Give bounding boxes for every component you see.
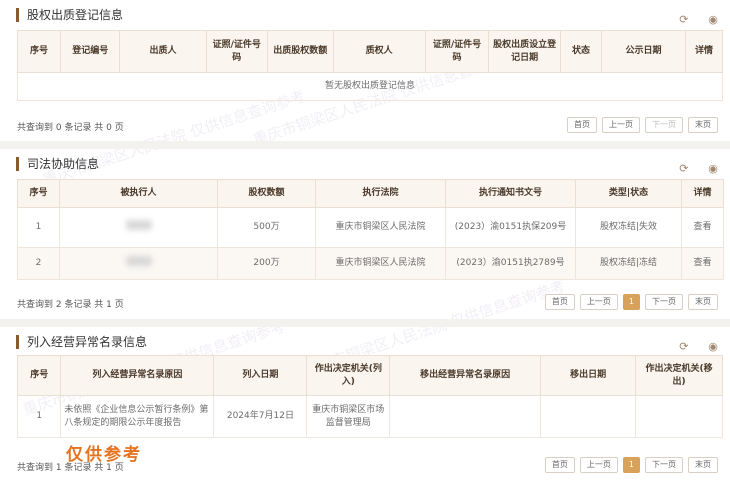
- abnormal-table: 序号 列入经营异常名录原因 列入日期 作出决定机关(列入) 移出经营异常名录原因…: [16, 355, 723, 438]
- executed-party: [59, 247, 218, 280]
- judicial-pager: 首页 上一页 1 下一页 末页: [544, 294, 718, 310]
- abnormal-title: 列入经营异常名录信息: [16, 335, 147, 349]
- refresh-icon[interactable]: ⟳: [677, 162, 691, 176]
- col-header: 被执行人: [59, 179, 218, 208]
- prev-page-button[interactable]: 上一页: [579, 457, 618, 473]
- col-header: 执行法院: [315, 179, 446, 208]
- eye-icon[interactable]: ◉: [706, 162, 720, 176]
- col-header: 质权人: [332, 30, 426, 73]
- col-header: 移出经营异常名录原因: [389, 355, 542, 396]
- view-detail-link[interactable]: 查看: [681, 207, 724, 248]
- prev-page-button[interactable]: 上一页: [579, 294, 618, 310]
- next-page-button[interactable]: 下一页: [645, 457, 683, 473]
- redacted-name: [125, 220, 152, 230]
- judicial-summary: 共查询到 2 条记录 共 1 页: [17, 300, 124, 310]
- equity-amount: 200万: [217, 247, 316, 280]
- last-page-button[interactable]: 末页: [688, 457, 718, 473]
- court: 重庆市铜梁区人民法院: [315, 247, 446, 280]
- type-status: 股权冻结|失效: [575, 207, 682, 248]
- col-header: 出质股权数额: [266, 30, 334, 73]
- abnormal-pager: 首页 上一页 1 下一页 末页: [544, 457, 718, 473]
- eye-icon[interactable]: ◉: [706, 340, 720, 354]
- refresh-icon[interactable]: ⟳: [677, 13, 691, 27]
- page-number-button[interactable]: 1: [622, 294, 640, 310]
- type-status: 股权冻结|冻结: [575, 247, 682, 280]
- inclusion-reason: 未依照《企业信息公示暂行条例》第八条规定的期限公示年度报告: [60, 395, 215, 438]
- section-divider: [0, 141, 730, 149]
- court: 重庆市铜梁区人民法院: [315, 207, 446, 248]
- pledge-summary: 共查询到 0 条记录 共 0 页: [17, 123, 124, 133]
- col-header: 详情: [685, 30, 723, 73]
- col-header: 序号: [16, 30, 62, 73]
- col-header: 作出决定机关(移出): [635, 355, 723, 396]
- first-page-button[interactable]: 首页: [567, 117, 597, 133]
- col-header: 股权出质设立登记日期: [488, 30, 562, 73]
- col-header: 序号: [16, 355, 62, 396]
- pledge-header: 股权出质登记信息 ⟳ ◉: [0, 0, 730, 30]
- inclusion-date: 2024年7月12日: [213, 395, 308, 438]
- col-header: 详情: [681, 179, 724, 208]
- row-no: 1: [17, 207, 60, 248]
- pledge-section: 股权出质登记信息 ⟳ ◉ 序号 登记编号 出质人 证照/证件号码 出质股权数额 …: [0, 0, 730, 140]
- page-number-button[interactable]: 1: [622, 457, 640, 473]
- table-row: 1 500万 重庆市铜梁区人民法院 (2023）渝0151执保209号 股权冻结…: [17, 207, 724, 248]
- row-no: 2: [17, 247, 60, 280]
- col-header: 证照/证件号码: [424, 30, 490, 73]
- notice-doc-no: (2023）渝0151执保209号: [445, 207, 576, 248]
- judicial-title: 司法协助信息: [16, 157, 99, 171]
- col-header: 执行通知书文号: [445, 179, 576, 208]
- row-no: 1: [16, 395, 62, 438]
- col-header: 状态: [560, 30, 603, 73]
- pledge-title: 股权出质登记信息: [16, 8, 123, 22]
- abnormal-header: 列入经营异常名录信息 ⟳ ◉: [0, 327, 730, 357]
- col-header: 作出决定机关(列入): [306, 355, 391, 396]
- col-header: 移出日期: [540, 355, 637, 396]
- col-header: 出质人: [119, 30, 207, 73]
- executed-party: [59, 207, 218, 248]
- pledge-table: 序号 登记编号 出质人 证照/证件号码 出质股权数额 质权人 证照/证件号码 股…: [16, 30, 723, 101]
- removal-reason: [389, 395, 542, 438]
- pledge-pager: 首页 上一页 下一页 末页: [567, 117, 718, 133]
- col-header: 股权数额: [217, 179, 316, 208]
- last-page-button[interactable]: 末页: [688, 294, 718, 310]
- eye-icon[interactable]: ◉: [706, 13, 720, 27]
- col-header: 公示日期: [601, 30, 687, 73]
- col-header: 类型|状态: [575, 179, 682, 208]
- reference-only-stamp: 仅供参考: [66, 445, 142, 465]
- view-detail-link[interactable]: 查看: [681, 247, 724, 280]
- col-header: 登记编号: [60, 30, 121, 73]
- empty-message: 暂无股权出质登记信息: [17, 72, 723, 101]
- col-header: 证照/证件号码: [205, 30, 268, 73]
- judicial-section: 司法协助信息 ⟳ ◉ 序号 被执行人 股权数额 执行法院 执行通知书文号 类型|…: [0, 149, 730, 319]
- table-row: 2 200万 重庆市铜梁区人民法院 (2023）渝0151执2789号 股权冻结…: [17, 247, 724, 280]
- col-header: 列入日期: [213, 355, 308, 396]
- equity-amount: 500万: [217, 207, 316, 248]
- removal-authority: [635, 395, 723, 438]
- notice-doc-no: (2023）渝0151执2789号: [445, 247, 576, 280]
- judicial-header: 司法协助信息 ⟳ ◉: [0, 149, 730, 179]
- next-page-button[interactable]: 下一页: [645, 294, 683, 310]
- col-header: 列入经营异常名录原因: [60, 355, 215, 396]
- next-page-button[interactable]: 下一页: [645, 117, 683, 133]
- judicial-table: 序号 被执行人 股权数额 执行法院 执行通知书文号 类型|状态 详情 1 500…: [17, 179, 724, 280]
- inclusion-authority: 重庆市铜梁区市场监督管理局: [306, 395, 391, 438]
- refresh-icon[interactable]: ⟳: [677, 340, 691, 354]
- prev-page-button[interactable]: 上一页: [602, 117, 640, 133]
- first-page-button[interactable]: 首页: [544, 294, 575, 310]
- section-divider: [0, 319, 730, 327]
- last-page-button[interactable]: 末页: [688, 117, 718, 133]
- redacted-name: [125, 256, 152, 266]
- table-row: 1 未依照《企业信息公示暂行条例》第八条规定的期限公示年度报告 2024年7月1…: [16, 395, 723, 438]
- col-header: 序号: [17, 179, 60, 208]
- removal-date: [540, 395, 637, 438]
- first-page-button[interactable]: 首页: [544, 457, 575, 473]
